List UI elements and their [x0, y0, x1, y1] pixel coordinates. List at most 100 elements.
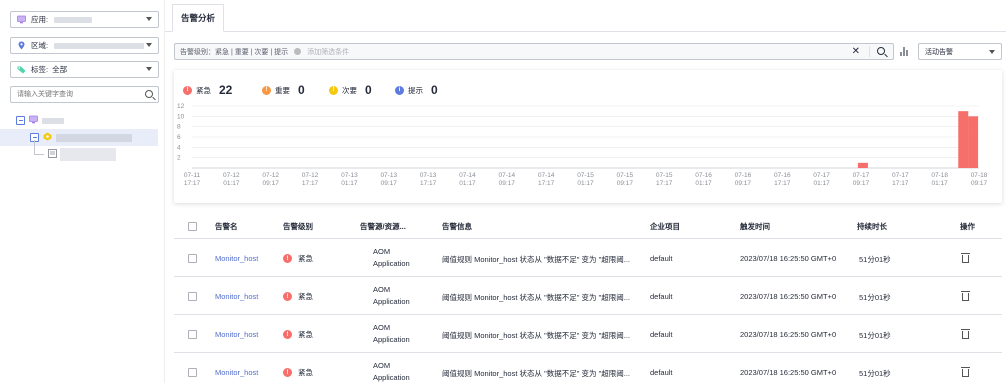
x-tick-label: 07-15 [577, 172, 594, 179]
filter-bar[interactable]: 告警级别：紧急 | 重要 | 次要 | 提示 添加筛选条件 ✕ [174, 43, 894, 60]
source-line-2: Application [373, 297, 410, 306]
severity-label: 紧急 [298, 330, 313, 339]
chart-bar [968, 116, 979, 168]
enterprise-project: default [650, 254, 673, 263]
x-tick-label: 09:17 [381, 180, 398, 187]
x-tick-label: 07-12 [302, 172, 319, 179]
x-tick-label: 07-12 [223, 172, 240, 179]
enterprise-project: default [650, 292, 673, 301]
bar-chart-icon[interactable] [900, 47, 909, 56]
x-tick-label: 07-18 [931, 172, 948, 179]
alarm-info: 阈值规则 Monitor_host 状态从 "数据不足" 变为 "超限阈... [442, 293, 631, 302]
alarm-source: AOM Application [373, 284, 410, 308]
critical-icon: ! [283, 368, 292, 377]
tree-node-root[interactable] [16, 112, 64, 129]
source-line-2: Application [373, 335, 410, 344]
delete-action[interactable] [961, 329, 970, 339]
y-tick-label: 12 [177, 103, 185, 110]
keyword-search-input[interactable] [10, 86, 159, 103]
stat-minor[interactable]: ! 次要 0 [329, 83, 372, 97]
x-tick-label: 09:17 [263, 180, 280, 187]
tree-node-child[interactable] [30, 129, 132, 146]
severity-label: 紧急 [298, 254, 313, 263]
table-row[interactable]: Monitor_host! 紧急 AOM Application 阈值规则 Monito… [174, 277, 1002, 315]
enterprise-project: default [650, 330, 673, 339]
trash-icon[interactable] [961, 291, 970, 301]
col-header[interactable]: 告警名 [215, 221, 238, 232]
x-tick-label: 09:17 [853, 180, 870, 187]
chevron-down-icon[interactable] [146, 67, 152, 71]
x-tick-label: 01:17 [223, 180, 240, 187]
chevron-down-icon[interactable] [146, 17, 152, 21]
alarm-name-link[interactable]: Monitor_host [215, 368, 258, 377]
region-select[interactable]: 区域: [10, 37, 159, 54]
table-row[interactable]: Monitor_host! 紧急 AOM Application 阈值规则 Monito… [174, 315, 1002, 353]
col-header[interactable]: 企业项目 [650, 221, 680, 232]
stat-major[interactable]: ! 重要 0 [262, 83, 305, 97]
source-line-2: Application [373, 373, 410, 382]
duration: 51分01秒 [859, 255, 891, 264]
x-tick-label: 07-13 [341, 172, 358, 179]
alarm-name-link[interactable]: Monitor_host [215, 254, 258, 263]
col-header[interactable]: 触发时间 [740, 221, 770, 232]
stat-count: 0 [298, 83, 305, 97]
select-all-checkbox[interactable] [188, 222, 197, 231]
stat-name: 紧急 [196, 85, 211, 95]
x-tick-label: 07-14 [538, 172, 555, 179]
critical-icon: ! [283, 292, 292, 301]
x-tick-label: 17:17 [656, 180, 673, 187]
add-filter-hint[interactable]: 添加筛选条件 [307, 47, 349, 57]
delete-action[interactable] [961, 291, 970, 301]
alarm-type-select[interactable]: 活动告警 [918, 43, 1002, 60]
trash-icon[interactable] [961, 329, 970, 339]
col-header[interactable]: 告警级别 [283, 221, 313, 232]
stat-count: 0 [431, 83, 438, 97]
row-checkbox[interactable] [188, 254, 197, 263]
app-select[interactable]: 应用: [10, 11, 159, 28]
col-header[interactable]: 告警源/资源... [360, 221, 406, 232]
chevron-down-icon[interactable] [146, 43, 152, 47]
alarm-info: 阈值规则 Monitor_host 状态从 "数据不足" 变为 "超限阈... [442, 255, 631, 264]
x-tick-label: 17:17 [184, 180, 201, 187]
col-header[interactable]: 操作 [960, 221, 975, 232]
tag-select-value: 全部 [52, 65, 68, 74]
close-icon[interactable]: ✕ [852, 46, 860, 57]
tree-node-leaf[interactable] [48, 146, 116, 163]
col-header[interactable]: 持续时长 [857, 221, 887, 232]
x-tick-label: 01:17 [695, 180, 712, 187]
x-tick-label: 01:17 [341, 180, 358, 187]
trash-icon[interactable] [961, 253, 970, 263]
x-tick-label: 07-12 [262, 172, 279, 179]
x-tick-label: 01:17 [932, 180, 949, 187]
search-icon[interactable] [145, 90, 153, 98]
critical-icon: ! [283, 254, 292, 263]
stat-info[interactable]: i 提示 0 [395, 83, 438, 97]
col-header[interactable]: 告警信息 [442, 221, 472, 232]
alarm-type-value: 活动告警 [925, 48, 953, 56]
table-row[interactable]: Monitor_host! 紧急 AOM Application 阈值规则 Monito… [174, 353, 1002, 383]
component-icon [43, 132, 52, 143]
trigger-time: 2023/07/18 16:25:50 GMT+0 [740, 368, 837, 377]
clear-criteria-icon[interactable] [294, 48, 302, 55]
search-icon[interactable] [877, 47, 885, 55]
x-tick-label: 09:17 [617, 180, 634, 187]
trigger-time: 2023/07/18 16:25:50 GMT+0 [740, 292, 837, 301]
row-checkbox[interactable] [188, 330, 197, 339]
stat-count: 22 [219, 83, 233, 97]
row-checkbox[interactable] [188, 368, 197, 377]
delete-action[interactable] [961, 367, 970, 377]
tab-alarm-analysis[interactable]: 告警分析 [172, 4, 225, 32]
alarm-name-link[interactable]: Monitor_host [215, 330, 258, 339]
stat-critical[interactable]: ! 紧急 22 [183, 83, 232, 97]
tag-select[interactable]: 标签: 全部 [10, 61, 159, 78]
source-line-2: Application [373, 259, 410, 268]
source-line-1: AOM [373, 285, 391, 294]
collapse-icon[interactable] [16, 116, 25, 125]
y-tick-label: 2 [177, 155, 181, 162]
row-checkbox[interactable] [188, 292, 197, 301]
severity-label: 紧急 [298, 368, 313, 377]
alarm-name-link[interactable]: Monitor_host [215, 292, 258, 301]
trash-icon[interactable] [961, 367, 970, 377]
delete-action[interactable] [961, 253, 970, 263]
table-row[interactable]: Monitor_host! 紧急 AOM Application 阈值规则 Monito… [174, 239, 1002, 277]
